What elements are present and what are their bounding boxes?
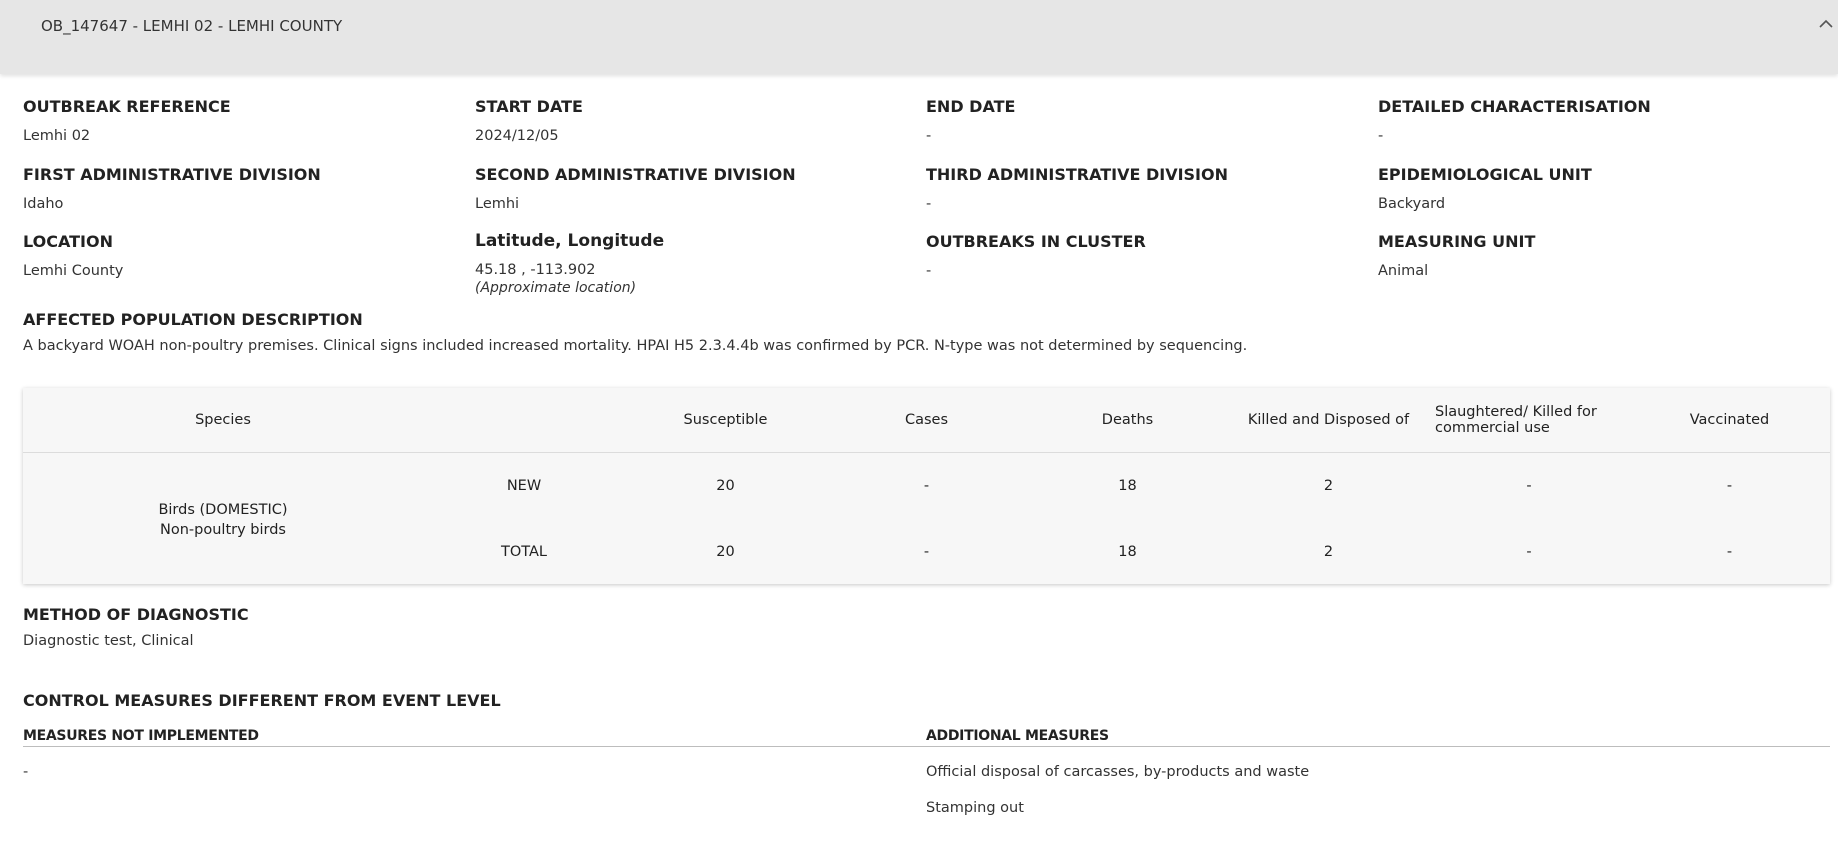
outbreak-title: OB_147647 - LEMHI 02 - LEMHI COUNTY: [41, 17, 343, 35]
field-outbreak-reference: OUTBREAK REFERENCE Lemhi 02: [23, 97, 463, 144]
field-label: MEASURING UNIT: [1378, 232, 1536, 251]
field-detailed-characterisation: DETAILED CHARACTERISATION -: [1378, 97, 1818, 144]
field-second-admin-division: SECOND ADMINISTRATIVE DIVISION Lemhi: [475, 165, 915, 212]
field-label: SECOND ADMINISTRATIVE DIVISION: [475, 165, 796, 184]
field-label: LOCATION: [23, 232, 113, 251]
header-slaughtered: Slaughtered/ Killed for commercial use: [1435, 404, 1597, 436]
field-outbreaks-in-cluster: OUTBREAKS IN CLUSTER -: [926, 232, 1366, 279]
field-label: EPIDEMIOLOGICAL UNIT: [1378, 165, 1592, 184]
row-total-deaths: 18: [1118, 544, 1137, 560]
header-cases: Cases: [904, 412, 949, 428]
outbreak-header[interactable]: OB_147647 - LEMHI 02 - LEMHI COUNTY: [0, 0, 1838, 74]
field-value: Lemhi: [475, 196, 520, 212]
species-subtype: Non-poultry birds: [160, 522, 286, 538]
measure-not-implemented-item: -: [23, 764, 29, 780]
method-of-diagnostic-value: Diagnostic test, Clinical: [23, 633, 194, 649]
field-label: OUTBREAKS IN CLUSTER: [926, 232, 1146, 251]
field-value: -: [926, 128, 932, 144]
chevron-up-icon[interactable]: [1816, 14, 1836, 34]
additional-measure-item: Stamping out: [926, 800, 1024, 816]
affected-population-text: A backyard WOAH non-poultry premises. Cl…: [23, 338, 1248, 354]
species-cell: Birds (DOMESTIC) Non-poultry birds: [23, 500, 423, 540]
field-label: DETAILED CHARACTERISATION: [1378, 97, 1651, 116]
row-new-type: NEW: [506, 478, 542, 494]
field-lat-long: Latitude, Longitude 45.18 , -113.902 (Ap…: [475, 231, 915, 296]
header-susceptible: Susceptible: [683, 412, 768, 428]
field-value: -: [926, 196, 932, 212]
field-value: Backyard: [1378, 196, 1446, 212]
row-new-susceptible: 20: [716, 478, 735, 494]
header-killed-disposed: Killed and Disposed of: [1247, 412, 1410, 428]
field-value: Lemhi County: [23, 263, 124, 279]
approximate-location-note: (Approximate location): [475, 280, 637, 296]
additional-measure-item: Official disposal of carcasses, by-produ…: [926, 764, 1310, 780]
table-header-divider: [23, 452, 1830, 453]
field-label: Latitude, Longitude: [475, 231, 665, 251]
field-label: THIRD ADMINISTRATIVE DIVISION: [926, 165, 1228, 184]
row-new-cases: -: [923, 478, 930, 494]
row-new-killed: 2: [1323, 478, 1334, 494]
field-label: OUTBREAK REFERENCE: [23, 97, 231, 116]
field-start-date: START DATE 2024/12/05: [475, 97, 915, 144]
row-total-vaccinated: -: [1726, 544, 1733, 560]
field-measuring-unit: MEASURING UNIT Animal: [1378, 232, 1818, 279]
affected-population-label: AFFECTED POPULATION DESCRIPTION: [23, 310, 363, 329]
row-total-susceptible: 20: [716, 544, 735, 560]
field-label: END DATE: [926, 97, 1016, 116]
species-table: Species Susceptible Cases Deaths Killed …: [23, 388, 1830, 584]
field-location: LOCATION Lemhi County: [23, 232, 463, 279]
measures-divider: [23, 746, 1830, 747]
row-total-slaughtered: -: [1526, 544, 1532, 560]
row-new-deaths: 18: [1118, 478, 1137, 494]
field-value: Lemhi 02: [23, 128, 91, 144]
field-third-admin-division: THIRD ADMINISTRATIVE DIVISION -: [926, 165, 1366, 212]
field-value: 45.18 , -113.902: [475, 262, 596, 278]
field-end-date: END DATE -: [926, 97, 1366, 144]
measures-not-implemented-label: MEASURES NOT IMPLEMENTED: [23, 728, 259, 744]
header-deaths: Deaths: [1101, 412, 1154, 428]
field-label: START DATE: [475, 97, 583, 116]
field-first-admin-division: FIRST ADMINISTRATIVE DIVISION Idaho: [23, 165, 463, 212]
additional-measures-label: ADDITIONAL MEASURES: [926, 728, 1109, 744]
row-total-killed: 2: [1323, 544, 1334, 560]
control-measures-label: CONTROL MEASURES DIFFERENT FROM EVENT LE…: [23, 691, 501, 710]
field-value: 2024/12/05: [475, 128, 559, 144]
row-total-type: TOTAL: [501, 544, 547, 560]
species-name: Birds (DOMESTIC): [158, 502, 288, 518]
row-new-slaughtered: -: [1526, 478, 1532, 494]
field-value: -: [926, 263, 932, 279]
row-total-cases: -: [923, 544, 930, 560]
header-vaccinated: Vaccinated: [1689, 412, 1770, 428]
field-value: Idaho: [23, 196, 64, 212]
field-epidemiological-unit: EPIDEMIOLOGICAL UNIT Backyard: [1378, 165, 1818, 212]
method-of-diagnostic-label: METHOD OF DIAGNOSTIC: [23, 605, 249, 624]
field-label: FIRST ADMINISTRATIVE DIVISION: [23, 165, 321, 184]
row-new-vaccinated: -: [1726, 478, 1733, 494]
header-species: Species: [195, 412, 251, 428]
field-value: -: [1378, 128, 1384, 144]
field-value: Animal: [1378, 263, 1429, 279]
